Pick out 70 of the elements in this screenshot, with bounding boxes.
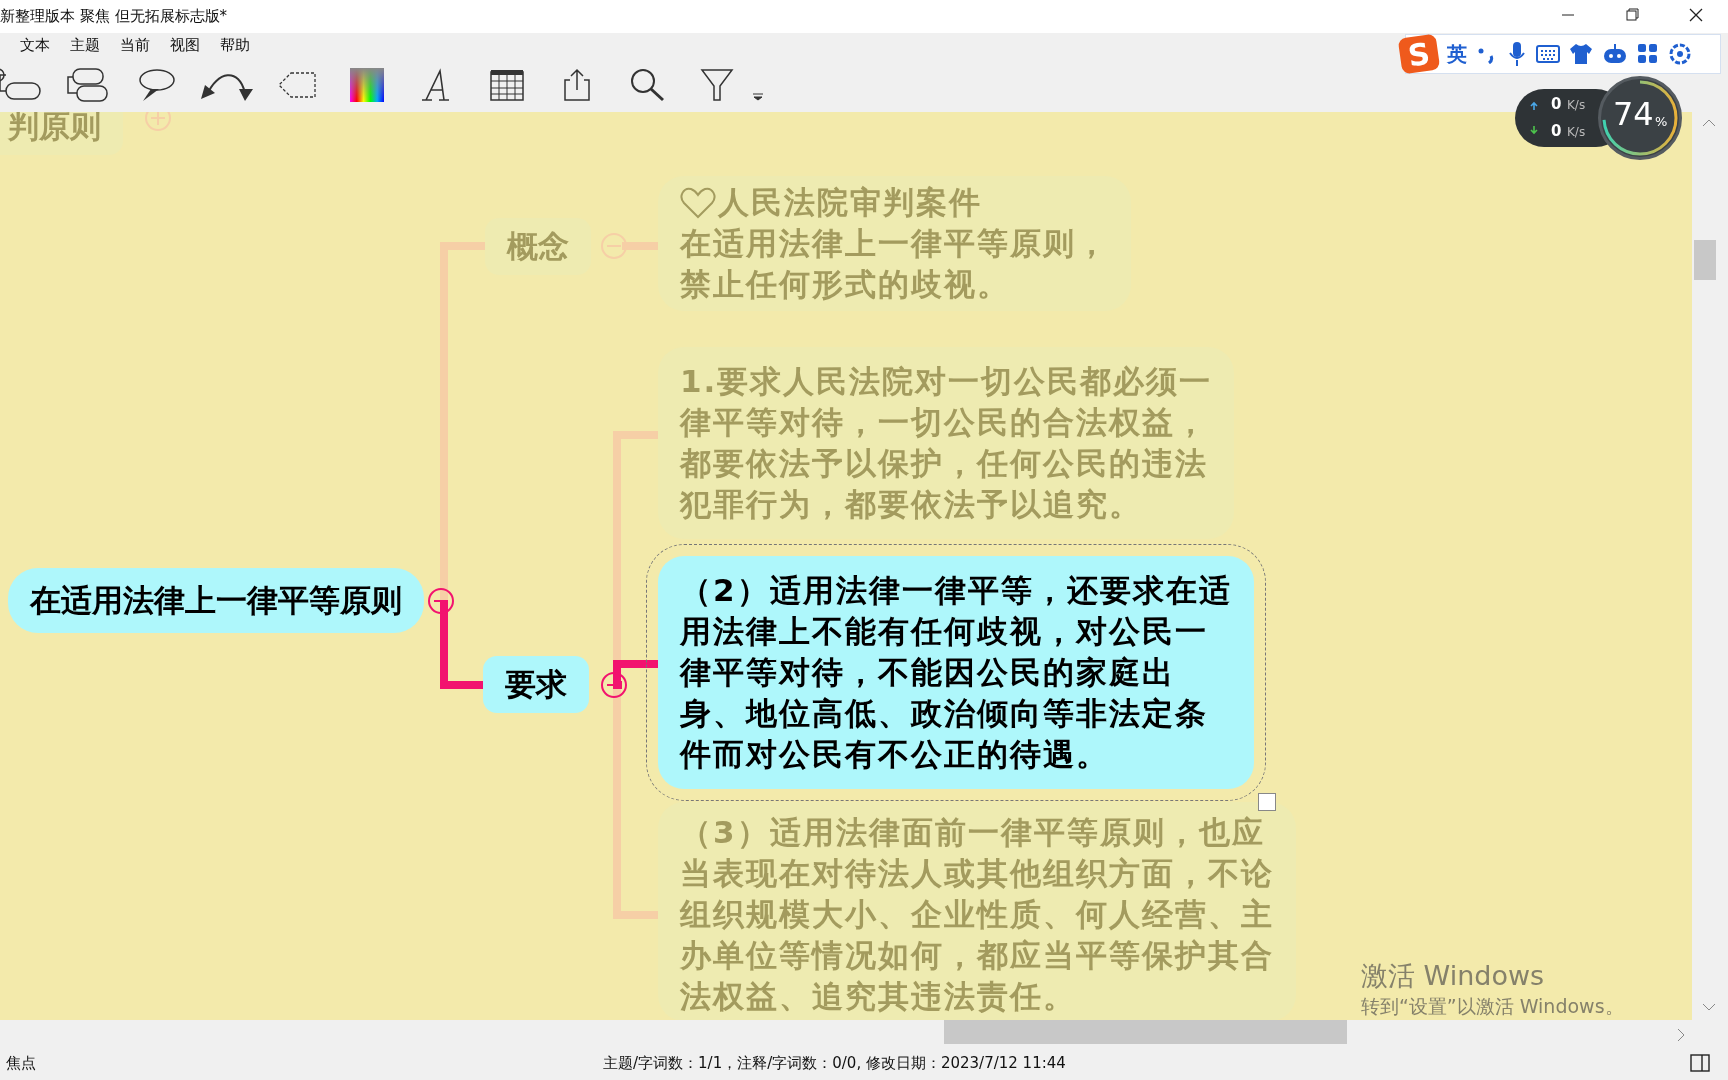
connector-line	[622, 242, 658, 250]
upload-arrow-icon	[1529, 101, 1539, 111]
resize-handle[interactable]	[1257, 793, 1276, 811]
filter-icon[interactable]	[700, 67, 734, 102]
speed-unit: K/s	[1567, 125, 1586, 139]
topic-text: （3）适用法律面前一律平等原则，也应	[680, 813, 1265, 852]
menu-item[interactable]: 当前	[120, 35, 150, 55]
scroll-down-icon[interactable]	[1702, 1002, 1716, 1012]
scrollbar-thumb[interactable]	[944, 1020, 1347, 1044]
settings-icon[interactable]	[1668, 42, 1692, 66]
collapse-toggle[interactable]	[426, 586, 456, 616]
topic-node[interactable]: 在适用法律上一律平等原则	[8, 568, 424, 633]
status-info: 主题/字词数：1/1，注释/字词数：0/0, 修改日期：2023/7/12 11:44	[603, 1053, 1066, 1073]
microphone-icon[interactable]	[1507, 41, 1527, 67]
window-title: 新整理版本 聚焦 但无拓展标志版*	[0, 7, 228, 26]
topic-text: 禁止任何形式的歧视。	[680, 265, 1010, 304]
download-speed: 0	[1551, 122, 1562, 140]
scroll-right-icon[interactable]	[1676, 1028, 1686, 1042]
search-icon[interactable]	[629, 67, 665, 102]
topic-text: 犯罪行为，都要依法予以追究。	[680, 485, 1142, 524]
topic-text: 组织规模大小、企业性质、何人经营、主	[680, 895, 1274, 934]
collapse-toggle[interactable]	[143, 112, 173, 133]
topic-text: 概念	[507, 228, 569, 264]
topic-text: 1.要求人民法院对一切公民都必须一	[680, 362, 1213, 401]
ime-language[interactable]: 英	[1447, 40, 1467, 68]
share-icon[interactable]	[562, 67, 592, 102]
apps-grid-icon[interactable]	[1637, 43, 1659, 65]
topic-text: 在适用法律上一律平等原则，	[680, 224, 1109, 263]
activation-notice-text: 转到“设置”以激活 Windows。	[1361, 994, 1624, 1019]
topic-text: 用法律上不能有任何歧视，对公民一	[680, 612, 1208, 651]
topic-text: 要求	[505, 666, 567, 702]
topic-text: 办单位等情况如何，都应当平等保护其合	[680, 936, 1274, 975]
topic-text: （2）适用法律一律平等，还要求在适	[680, 571, 1232, 610]
topic-text: 律平等对待，一切公民的合法权益，	[680, 403, 1208, 442]
topic-text: 人民法院审判案件	[718, 183, 982, 222]
collapse-toggle[interactable]	[599, 231, 629, 261]
topic-text: 身、地位高低、政治倾向等非法定条	[680, 694, 1208, 733]
topic-layout-icon[interactable]	[0, 66, 42, 103]
shirt-icon[interactable]	[1569, 43, 1593, 65]
callout-icon[interactable]	[137, 66, 177, 103]
topic-text: 件而对公民有不公正的待遇。	[680, 735, 1109, 774]
menu-item[interactable]: 主题	[70, 35, 100, 55]
menu-item[interactable]: 视图	[170, 35, 200, 55]
speed-unit: K/s	[1567, 98, 1586, 112]
menu-item[interactable]: 文本	[20, 35, 50, 55]
upload-speed: 0	[1551, 95, 1562, 113]
subtopic-icon[interactable]	[65, 66, 109, 103]
topic-node[interactable]: 要求	[483, 656, 589, 713]
topic-text: 律平等对待，不能因公民的家庭出	[680, 653, 1175, 692]
robot-icon[interactable]	[1602, 43, 1628, 65]
memory-percent: 74	[1613, 95, 1654, 133]
scroll-up-icon[interactable]	[1702, 118, 1716, 128]
panel-toggle-icon[interactable]	[1690, 1054, 1710, 1072]
activation-notice-title: 激活 Windows	[1361, 959, 1545, 993]
menu-item[interactable]: 帮助	[220, 35, 250, 55]
collapse-toggle[interactable]	[599, 670, 629, 700]
topic-text: 当表现在对待法人或其他组织方面，不论	[680, 854, 1274, 893]
topic-text: 都要依法予以保护，任何公民的违法	[680, 444, 1208, 483]
scrollbar-thumb[interactable]	[1694, 240, 1716, 280]
overflow-caret-icon[interactable]	[752, 93, 764, 101]
download-arrow-icon	[1529, 125, 1539, 135]
keyboard-icon[interactable]	[1536, 44, 1560, 64]
topic-text: 法权益、追究其违法责任。	[680, 977, 1076, 1016]
italic-letter-icon[interactable]	[422, 67, 452, 102]
table-icon[interactable]	[490, 67, 524, 102]
percent-sign: %	[1655, 114, 1668, 129]
color-palette-icon[interactable]	[350, 67, 384, 102]
heart-icon	[680, 186, 716, 219]
status-mode: 焦点	[6, 1053, 36, 1073]
topic-text: 在适用法律上一律平等原则	[30, 582, 402, 618]
